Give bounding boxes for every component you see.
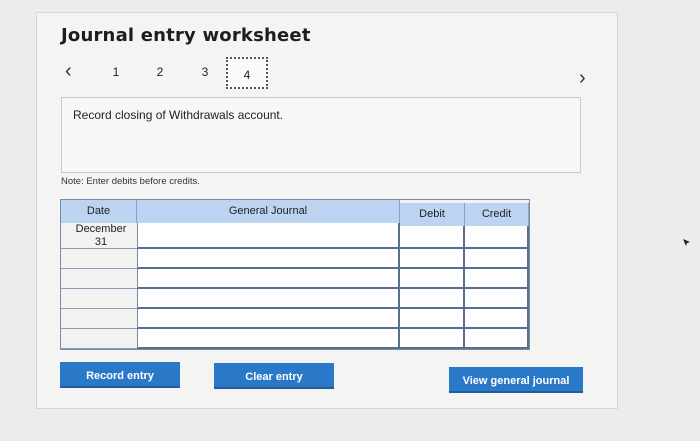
debit-input-row-4[interactable] — [400, 289, 465, 309]
step-2[interactable]: 2 — [153, 65, 167, 79]
chevron-right-icon[interactable]: › — [579, 68, 586, 88]
journal-worksheet-card: Journal entry worksheet ‹ 1 2 3 4 › Reco… — [36, 12, 618, 409]
account-input-row-1[interactable] — [137, 223, 400, 249]
debit-input-row-1[interactable] — [400, 226, 465, 249]
debit-input-row-3[interactable] — [400, 269, 465, 289]
clear-entry-button[interactable]: Clear entry — [214, 363, 334, 389]
account-input-row-2[interactable] — [137, 249, 400, 269]
credit-input-row-6[interactable] — [465, 329, 529, 349]
chevron-left-icon[interactable]: ‹ — [65, 61, 72, 81]
date-cell — [61, 223, 137, 249]
account-input-row-4[interactable] — [137, 289, 400, 309]
step-4-active[interactable]: 4 — [226, 57, 268, 89]
debit-input-row-2[interactable] — [400, 249, 465, 269]
view-general-journal-button[interactable]: View general journal — [449, 367, 583, 393]
header-debit: Debit — [400, 203, 465, 226]
page-title: Journal entry worksheet — [61, 25, 311, 46]
header-date: Date — [61, 200, 137, 223]
date-cell — [61, 329, 137, 349]
journal-table: Date General Journal Debit Credit Decemb… — [60, 199, 530, 350]
note-text: Note: Enter debits before credits. — [61, 176, 200, 187]
credit-input-row-5[interactable] — [465, 309, 529, 329]
debit-input-row-6[interactable] — [400, 329, 465, 349]
step-1[interactable]: 1 — [109, 65, 123, 79]
date-cell — [61, 249, 137, 269]
record-entry-button[interactable]: Record entry — [60, 362, 180, 388]
credit-input-row-4[interactable] — [465, 289, 529, 309]
account-input-row-5[interactable] — [137, 309, 400, 329]
credit-input-row-2[interactable] — [465, 249, 529, 269]
step-3[interactable]: 3 — [198, 65, 212, 79]
header-general-journal: General Journal — [137, 200, 400, 223]
instruction-text: Record closing of Withdrawals account. — [73, 108, 284, 122]
date-cell — [61, 309, 137, 329]
debit-input-row-5[interactable] — [400, 309, 465, 329]
credit-input-row-1[interactable] — [465, 226, 529, 249]
date-cell — [61, 269, 137, 289]
account-input-row-6[interactable] — [137, 329, 400, 349]
header-credit: Credit — [465, 203, 529, 226]
mouse-cursor-icon — [683, 239, 690, 246]
date-cell — [61, 289, 137, 309]
account-input-row-3[interactable] — [137, 269, 400, 289]
instruction-box: Record closing of Withdrawals account. — [61, 97, 581, 173]
credit-input-row-3[interactable] — [465, 269, 529, 289]
